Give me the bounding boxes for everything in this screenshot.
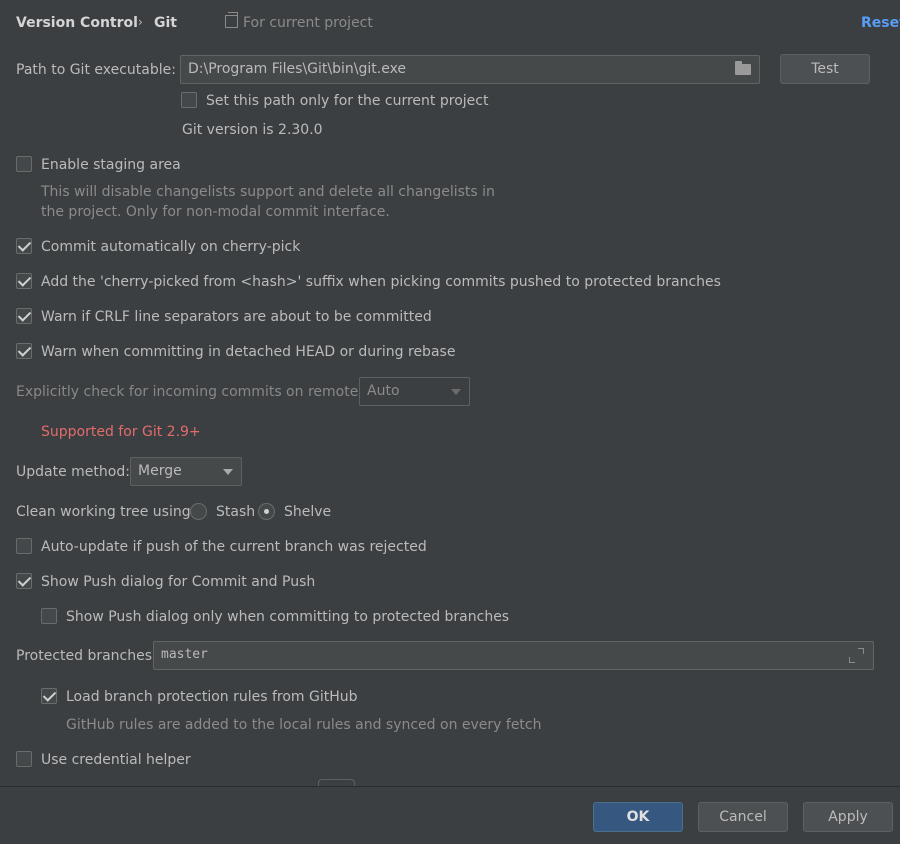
reset-link[interactable]: Reset [861, 15, 900, 31]
stash-radio-label: Stash [216, 504, 256, 520]
update-method-label: Update method: [16, 464, 130, 480]
show-push-dialog-checkbox[interactable] [16, 573, 32, 589]
update-method-select[interactable]: Merge [130, 457, 242, 486]
credential-helper-label: Use credential helper [41, 752, 191, 768]
scope-label: For current project [243, 15, 373, 31]
staging-hint-line1: This will disable changelists support an… [41, 184, 495, 200]
cherry-pick-suffix-checkbox[interactable] [16, 273, 32, 289]
cherry-pick-auto-commit-label: Commit automatically on cherry-pick [41, 239, 301, 255]
crlf-warning-label: Warn if CRLF line separators are about t… [41, 309, 432, 325]
project-only-checkbox[interactable] [181, 92, 197, 108]
auto-update-checkbox[interactable] [16, 538, 32, 554]
detached-head-warning-checkbox[interactable] [16, 343, 32, 359]
expand-icon[interactable] [849, 648, 865, 664]
protected-branches-value: master [161, 647, 208, 662]
git-version-warning: Supported for Git 2.9+ [41, 424, 201, 440]
staging-area-checkbox[interactable] [16, 156, 32, 172]
update-method-value: Merge [138, 463, 182, 479]
protected-branches-label: Protected branches: [16, 648, 157, 664]
apply-button[interactable]: Apply [803, 802, 893, 832]
git-version-text: Git version is 2.30.0 [182, 122, 323, 138]
auto-update-label: Auto-update if push of the current branc… [41, 539, 427, 555]
breadcrumb-git: Git [154, 15, 177, 31]
github-rules-label: Load branch protection rules from GitHub [66, 689, 358, 705]
cherry-pick-suffix-label: Add the 'cherry-picked from <hash>' suff… [41, 274, 721, 290]
show-push-dialog-label: Show Push dialog for Commit and Push [41, 574, 316, 590]
chevron-down-icon [451, 389, 461, 395]
clean-tree-label: Clean working tree using: [16, 504, 196, 520]
git-path-label: Path to Git executable: [16, 62, 176, 78]
scope-indicator: For current project [225, 12, 373, 31]
protected-branches-input[interactable]: master [153, 641, 874, 670]
incoming-commits-value: Auto [367, 383, 400, 399]
stash-radio[interactable] [190, 503, 207, 520]
ok-button[interactable]: OK [593, 802, 683, 832]
shelve-radio[interactable] [258, 503, 275, 520]
push-protected-only-checkbox[interactable] [41, 608, 57, 624]
github-rules-checkbox[interactable] [41, 688, 57, 704]
settings-header: Version Control › Git For current projec… [0, 0, 900, 46]
chevron-down-icon [223, 469, 233, 475]
copy-icon [225, 12, 238, 28]
incoming-commits-select[interactable]: Auto [359, 377, 470, 406]
dialog-footer: OK Cancel Apply [0, 786, 900, 844]
credential-helper-checkbox[interactable] [16, 751, 32, 767]
project-only-label: Set this path only for the current proje… [206, 93, 489, 109]
staging-hint-line2: the project. Only for non-modal commit i… [41, 204, 390, 220]
test-button[interactable]: Test [780, 54, 870, 84]
shelve-radio-label: Shelve [284, 504, 332, 520]
push-protected-only-label: Show Push dialog only when committing to… [66, 609, 510, 625]
git-path-input[interactable]: D:\Program Files\Git\bin\git.exe [180, 55, 760, 84]
cherry-pick-auto-commit-checkbox[interactable] [16, 238, 32, 254]
incoming-commits-label: Explicitly check for incoming commits on… [16, 384, 371, 400]
cancel-button[interactable]: Cancel [698, 802, 788, 832]
breadcrumb-version-control[interactable]: Version Control [16, 15, 138, 31]
github-rules-hint: GitHub rules are added to the local rule… [66, 717, 542, 733]
browse-folder-icon[interactable] [735, 61, 751, 75]
staging-area-label: Enable staging area [41, 157, 181, 173]
git-path-value: D:\Program Files\Git\bin\git.exe [188, 61, 407, 77]
breadcrumb-separator-icon: › [138, 15, 143, 29]
crlf-warning-checkbox[interactable] [16, 308, 32, 324]
detached-head-warning-label: Warn when committing in detached HEAD or… [41, 344, 456, 360]
